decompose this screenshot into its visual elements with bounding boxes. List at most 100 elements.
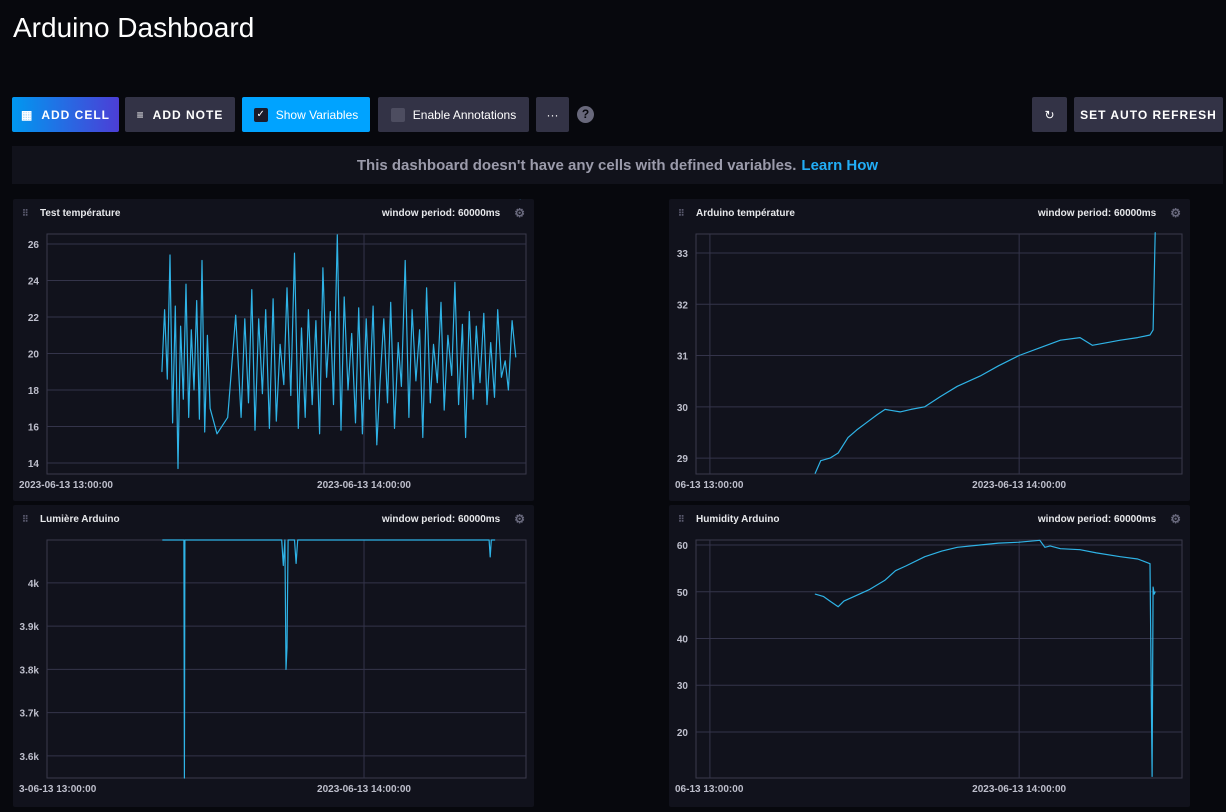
data-point (180, 325, 182, 327)
x-tick-label: 3-06-13 13:00:00 (19, 784, 97, 795)
data-point (272, 298, 274, 300)
data-point (1149, 334, 1151, 336)
data-point (422, 437, 424, 438)
y-tick-label: 3.7k (20, 709, 40, 720)
learn-how-link[interactable]: Learn How (801, 157, 878, 174)
data-point (286, 287, 288, 289)
data-point (240, 417, 242, 418)
data-point (1137, 337, 1139, 338)
x-tick-label: 06-13 13:00:00 (675, 784, 744, 795)
data-point (461, 323, 463, 325)
data-point (333, 404, 334, 406)
data-point (905, 565, 907, 567)
data-point (895, 570, 896, 572)
data-point (1079, 337, 1081, 338)
y-tick-label: 50 (677, 588, 689, 599)
data-point (394, 427, 395, 429)
more-button[interactable]: ··· (536, 97, 569, 132)
data-point (294, 252, 295, 254)
data-point (814, 593, 816, 595)
data-point (869, 589, 871, 590)
data-point (362, 433, 363, 435)
data-point (1059, 548, 1061, 550)
data-point (1018, 541, 1020, 543)
data-point (1152, 586, 1154, 588)
data-point (1039, 347, 1041, 349)
data-point (258, 318, 260, 320)
series-line (814, 232, 1156, 474)
y-tick-label: 16 (28, 423, 40, 434)
data-point (379, 380, 381, 382)
data-point (486, 404, 488, 406)
data-point (275, 420, 277, 422)
data-point (281, 539, 283, 541)
data-point (837, 606, 839, 608)
refresh-button[interactable]: ↻ (1032, 97, 1067, 132)
data-point (451, 375, 453, 376)
y-tick-label: 20 (28, 350, 40, 361)
variables-banner: This dashboard doesn't have any cells wi… (12, 146, 1223, 184)
data-point (209, 407, 211, 409)
data-point (262, 393, 263, 395)
y-tick-label: 3.8k (20, 665, 40, 676)
data-point (308, 309, 309, 311)
data-point (494, 396, 495, 398)
data-point (483, 312, 485, 314)
set-auto-refresh-button[interactable]: SET AUTO REFRESH (1074, 97, 1223, 132)
data-point (436, 382, 438, 384)
data-point (501, 376, 502, 378)
data-point (190, 329, 192, 331)
data-point (884, 408, 886, 410)
data-point (376, 444, 378, 446)
data-point (465, 437, 466, 438)
data-point (454, 281, 456, 283)
data-point (415, 380, 417, 382)
data-point (468, 311, 470, 312)
data-point (1059, 339, 1061, 341)
add-cell-label: ADD CELL (41, 107, 110, 122)
y-tick-label: 29 (677, 454, 689, 465)
banner-text: This dashboard doesn't have any cells wi… (356, 156, 797, 174)
help-icon[interactable]: ? (577, 106, 594, 123)
data-point (372, 305, 374, 307)
add-note-button[interactable]: ≡ ADD NOTE (125, 97, 235, 132)
chart-arduino-temperature: 29 30 31 32 33 06-13 13:00:00 2023-06-13 14:00… (675, 232, 1183, 491)
data-point (433, 344, 434, 345)
data-point (390, 302, 392, 303)
y-tick-label: 24 (28, 277, 40, 288)
data-point (315, 320, 317, 322)
data-point (1137, 558, 1139, 560)
data-point (254, 429, 256, 431)
y-tick-label: 30 (677, 681, 689, 692)
data-point (511, 320, 513, 322)
data-point (336, 234, 338, 236)
data-point (177, 468, 179, 469)
data-point (829, 457, 831, 459)
data-point (822, 596, 824, 597)
data-point (283, 384, 285, 385)
data-point (251, 289, 253, 291)
add-note-label: ADD NOTE (152, 107, 224, 122)
data-point (185, 283, 187, 285)
checkbox-unchecked-icon[interactable] (390, 107, 405, 122)
data-point (285, 668, 287, 670)
checkbox-checked-icon[interactable]: ✓ (253, 107, 268, 122)
y-tick-label: 32 (677, 300, 689, 311)
note-icon: ≡ (136, 107, 145, 122)
chart-humidity-arduino: 20 30 40 50 60 06-13 13:00:00 2023-06-13 14:00… (675, 539, 1183, 795)
add-cell-button[interactable]: ▦ ADD CELL (12, 97, 119, 132)
data-point (343, 296, 345, 298)
data-point (998, 365, 999, 367)
data-point (368, 398, 370, 400)
enable-annotations-toggle[interactable]: Enable Annotations (378, 97, 529, 132)
data-point (910, 408, 912, 410)
x-tick-label: 2023-06-13 14:00:00 (972, 784, 1066, 795)
data-point (1044, 546, 1046, 548)
data-point (515, 356, 517, 358)
data-point (426, 287, 427, 289)
data-point (1149, 563, 1151, 565)
data-point (161, 371, 163, 373)
chart-test-temperature: 14 16 18 20 22 24 26 2023-06-13 13:00:00 2023-06… (19, 199, 527, 491)
show-variables-toggle[interactable]: ✓ Show Variables (242, 97, 370, 132)
data-point (408, 417, 410, 418)
